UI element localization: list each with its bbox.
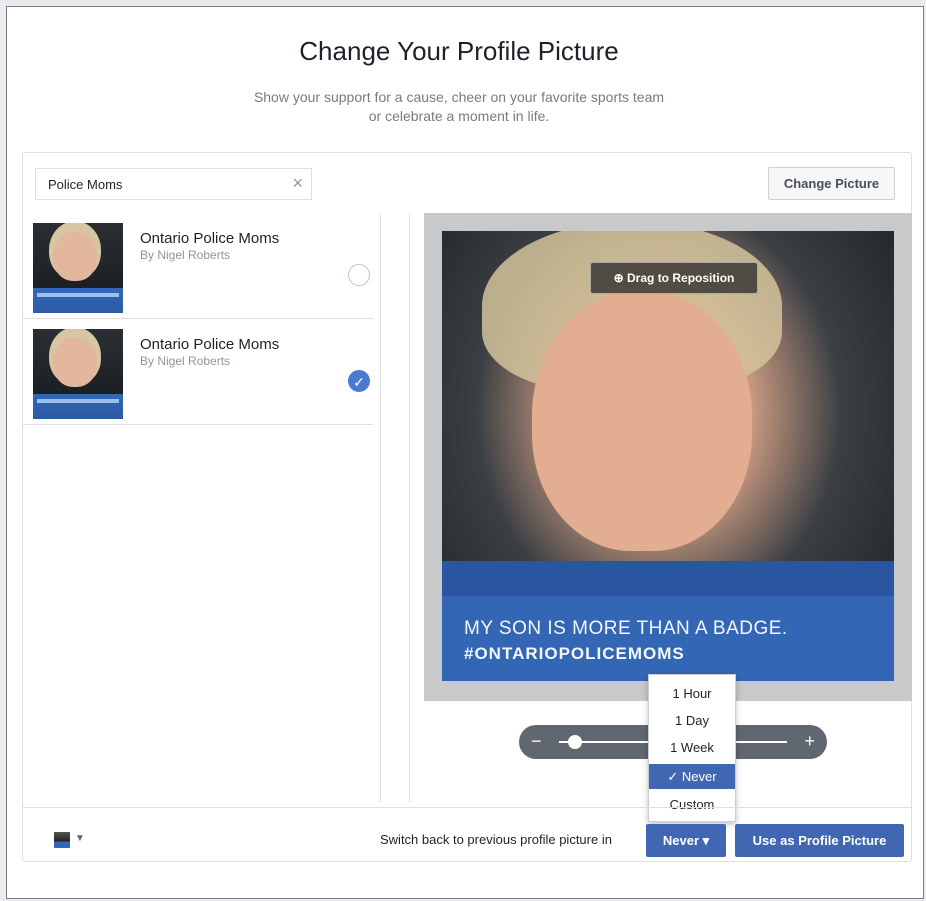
menu-item-1-week[interactable]: 1 Week	[649, 735, 735, 760]
frame-title: Ontario Police Moms	[140, 336, 280, 353]
scrollbar[interactable]	[380, 213, 410, 803]
drag-label: Drag to Reposition	[627, 271, 735, 285]
revert-time-label: Never	[662, 833, 699, 848]
revert-dropdown-menu: 1 Hour 1 Day 1 Week ✓ Never Custom	[648, 674, 736, 822]
audience-selector[interactable]: ▼	[54, 832, 88, 850]
close-icon[interactable]: ×	[292, 173, 303, 194]
zoom-in-icon[interactable]: +	[804, 731, 815, 752]
zoom-out-icon[interactable]: −	[531, 731, 542, 752]
caption-line-2: #ONTARIOPOLICEMOMS	[464, 644, 685, 663]
search-input-value[interactable]: Police Moms	[48, 177, 122, 192]
page-subtitle: Show your support for a cause, cheer on …	[253, 89, 665, 124]
frame-title: Ontario Police Moms	[140, 230, 280, 247]
menu-item-custom[interactable]: Custom	[649, 792, 735, 817]
footer-divider	[22, 807, 912, 808]
select-radio[interactable]	[348, 264, 370, 286]
list-item[interactable]: Ontario Police Moms By Nigel Roberts ✓	[23, 319, 373, 425]
change-picture-button[interactable]: Change Picture	[768, 167, 895, 200]
check-icon: ✓	[667, 769, 682, 784]
menu-item-1-day[interactable]: 1 Day	[649, 708, 735, 733]
frame-caption: MY SON IS MORE THAN A BADGE. #ONTARIOPOL…	[442, 596, 894, 681]
search-input[interactable]: Police Moms ×	[35, 168, 312, 200]
move-icon: ⊕	[613, 271, 628, 285]
menu-item-1-hour[interactable]: 1 Hour	[649, 681, 735, 706]
avatar	[54, 832, 70, 848]
menu-item-never-label: Never	[681, 769, 717, 784]
frame-author: By Nigel Roberts	[140, 354, 231, 368]
frame-thumbnail	[33, 223, 123, 313]
use-as-profile-picture-button[interactable]: Use as Profile Picture	[735, 824, 904, 857]
frame-thumbnail	[33, 329, 123, 419]
profile-photo[interactable]: MY SON IS MORE THAN A BADGE. #ONTARIOPOL…	[442, 231, 894, 681]
chevron-down-icon: ▼	[75, 833, 85, 844]
frame-author: By Nigel Roberts	[140, 248, 231, 262]
page-title: Change Your Profile Picture	[299, 36, 619, 66]
revert-time-button[interactable]: Never ▾	[646, 824, 726, 857]
drag-reposition-button[interactable]: ⊕ Drag to Reposition	[590, 262, 758, 294]
check-icon[interactable]: ✓	[348, 370, 370, 392]
menu-item-never[interactable]: ✓ Never	[649, 764, 735, 789]
zoom-handle[interactable]	[568, 735, 583, 749]
list-item[interactable]: Ontario Police Moms By Nigel Roberts	[23, 213, 373, 319]
caption-line-1: MY SON IS MORE THAN A BADGE.	[464, 618, 788, 639]
switch-back-text: Switch back to previous profile picture …	[380, 832, 612, 847]
frame-list: Ontario Police Moms By Nigel Roberts Ont…	[23, 213, 373, 803]
chevron-down-icon: ▾	[699, 833, 710, 848]
